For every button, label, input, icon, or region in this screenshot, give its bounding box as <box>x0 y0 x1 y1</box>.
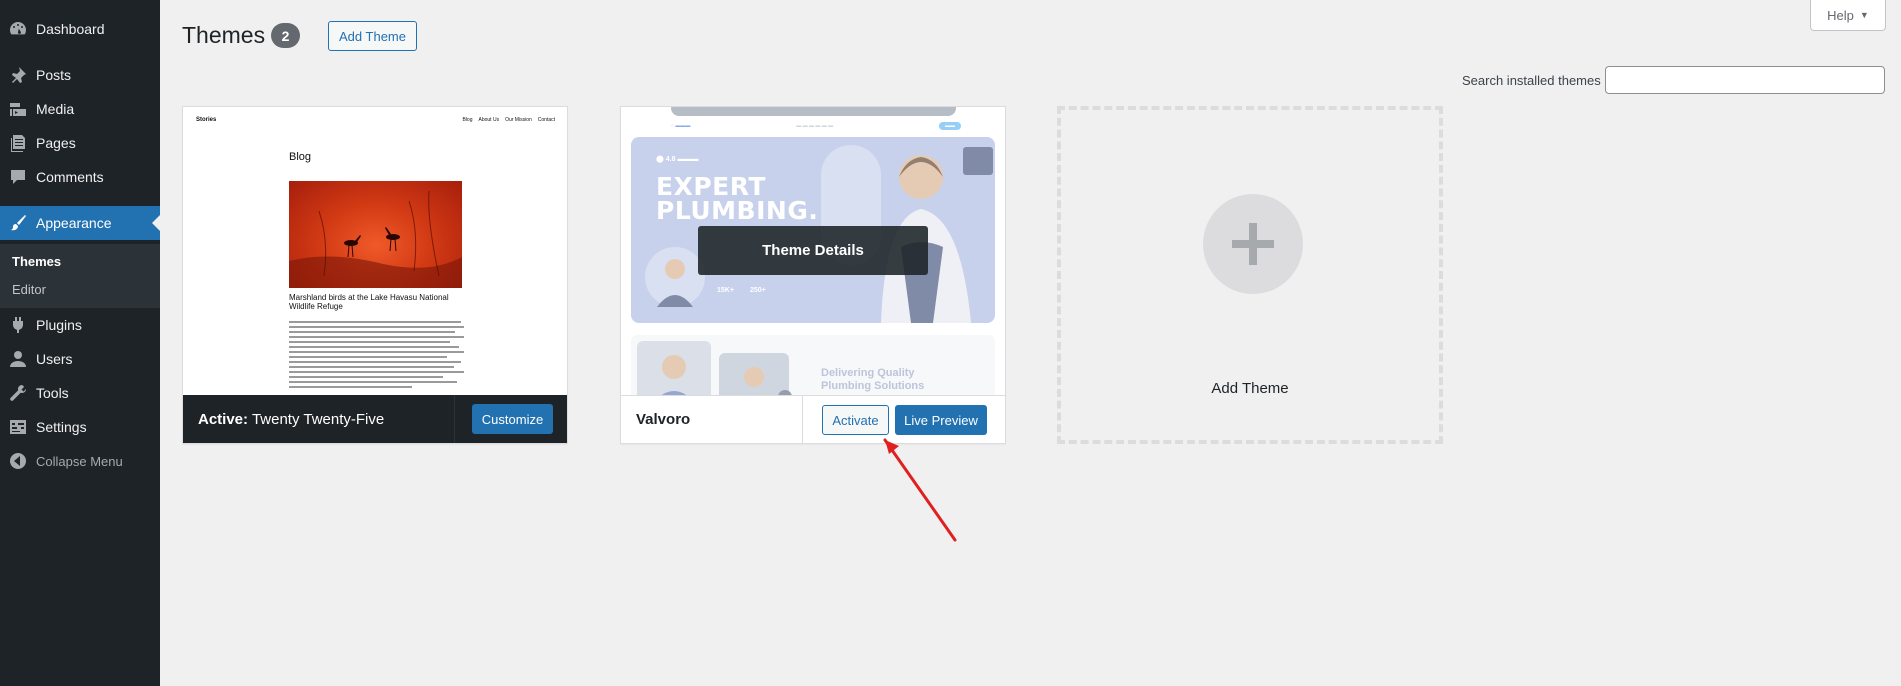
sidebar-item-comments[interactable]: Comments <box>0 160 160 194</box>
sidebar-item-label: Media <box>36 101 75 117</box>
theme-screenshot: Stories Blog About Us Our Mission Contac… <box>183 107 567 395</box>
theme-name: Valvoro <box>636 411 691 428</box>
bar-divider <box>454 395 455 443</box>
theme-details-button[interactable]: Theme Details <box>698 226 928 275</box>
customize-button[interactable]: Customize <box>472 404 553 434</box>
pin-icon <box>0 65 36 85</box>
theme-card-active[interactable]: Stories Blog About Us Our Mission Contac… <box>182 106 568 444</box>
annotation-arrow-icon <box>883 438 957 542</box>
theme-card-valvoro[interactable]: ◌ ▬▬▬ ▬ ▬ ▬ ▬ ▬ ▬ ▬▬ ⬤ 4.8 ▬▬▬ EXPERT PL… <box>620 106 1006 444</box>
preview-nav-item: About Us <box>478 117 500 123</box>
sidebar-item-label: Tools <box>36 385 69 401</box>
sidebar-item-label: Posts <box>36 67 72 83</box>
theme-name: Twenty Twenty-Five <box>251 410 385 428</box>
submenu-item-themes[interactable]: Themes <box>12 254 61 269</box>
plus-icon <box>1203 194 1303 294</box>
help-tab-button[interactable]: Help ▼ <box>1810 0 1886 31</box>
pages-icon <box>0 133 36 153</box>
sidebar-item-label: Plugins <box>36 317 82 333</box>
sidebar-item-label: Pages <box>36 135 76 151</box>
sidebar-item-pages[interactable]: Pages <box>0 126 160 160</box>
search-label: Search installed themes <box>1462 73 1601 88</box>
sidebar-item-label: Collapse Menu <box>36 453 123 469</box>
wrench-icon <box>0 383 36 403</box>
sidebar-item-media[interactable]: Media <box>0 92 160 126</box>
add-new-theme-label: Add Theme <box>1211 380 1289 397</box>
sidebar-item-label: Appearance <box>36 215 112 231</box>
preview-bird-image <box>289 181 462 288</box>
preview-body-text <box>289 321 464 391</box>
preview-nav-item: Blog <box>462 117 473 123</box>
preview-nav-item: Our Mission <box>505 117 532 123</box>
add-theme-button[interactable]: Add Theme <box>328 21 417 51</box>
active-theme-bar: Active: Twenty Twenty-Five Customize <box>183 395 567 443</box>
comment-icon <box>0 167 36 187</box>
sidebar-item-appearance[interactable]: Appearance <box>0 206 160 240</box>
sidebar-item-tools[interactable]: Tools <box>0 376 160 410</box>
add-new-theme-card[interactable]: Add Theme <box>1057 106 1443 444</box>
settings-icon <box>0 417 36 437</box>
collapse-icon <box>0 451 36 471</box>
sidebar-item-label: Users <box>36 351 73 367</box>
bar-divider <box>802 396 803 444</box>
submenu-item-editor[interactable]: Editor <box>12 282 46 297</box>
theme-screenshot: ◌ ▬▬▬ ▬ ▬ ▬ ▬ ▬ ▬ ▬▬ ⬤ 4.8 ▬▬▬ EXPERT PL… <box>621 107 1005 395</box>
admin-sidebar: Dashboard Posts Media Pages Comments App… <box>0 0 160 686</box>
theme-count-badge: 2 <box>271 23 300 48</box>
sidebar-item-dashboard[interactable]: Dashboard <box>0 12 160 46</box>
preview-nav: Blog About Us Our Mission Contact <box>462 117 555 123</box>
preview-nav-item: Contact <box>537 117 555 123</box>
caret-down-icon: ▼ <box>1859 10 1869 20</box>
preview-heading: Blog <box>289 151 312 163</box>
appearance-submenu: Themes Editor <box>0 244 160 308</box>
search-themes-input[interactable] <box>1605 66 1885 94</box>
sidebar-item-label: Comments <box>36 169 104 185</box>
sidebar-item-settings[interactable]: Settings <box>0 410 160 444</box>
plug-icon <box>0 315 36 335</box>
sidebar-item-users[interactable]: Users <box>0 342 160 376</box>
preview-caption: Marshland birds at the Lake Havasu Natio… <box>289 293 449 311</box>
help-label: Help <box>1827 7 1854 23</box>
sidebar-item-label: Dashboard <box>36 21 105 37</box>
brush-icon <box>0 213 36 233</box>
media-icon <box>0 99 36 119</box>
sidebar-item-label: Settings <box>36 419 87 435</box>
page-title: Themes <box>182 22 266 48</box>
user-icon <box>0 349 36 369</box>
sidebar-item-plugins[interactable]: Plugins <box>0 308 160 342</box>
active-theme-name: Active: Twenty Twenty-Five <box>198 411 384 428</box>
active-label: Active: <box>198 410 249 428</box>
dashboard-icon <box>0 19 36 39</box>
sidebar-item-posts[interactable]: Posts <box>0 58 160 92</box>
preview-site-title: Stories <box>196 117 217 123</box>
collapse-menu-button[interactable]: Collapse Menu <box>0 444 160 478</box>
